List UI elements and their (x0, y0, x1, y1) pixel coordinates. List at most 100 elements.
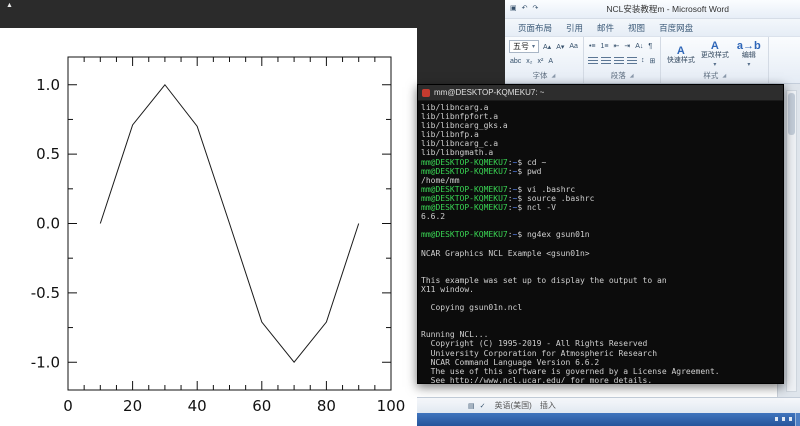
editing-button[interactable]: a→b编辑▾ (733, 40, 764, 69)
terminal-line (421, 321, 783, 330)
quick-access-toolbar: ▣↶↷ (505, 0, 543, 19)
system-tray[interactable] (775, 417, 792, 421)
ncar-x11-window: 020406080100-1.0-0.50.00.51.0 (0, 28, 417, 426)
terminal-line: lib/libnfp.a (421, 130, 783, 139)
line-spacing-icon[interactable]: ↕ (640, 56, 646, 65)
terminal-line: lib/libngmath.a (421, 148, 783, 157)
change-styles-button[interactable]: A更改样式▾ (699, 40, 730, 69)
document-scrollbar[interactable] (786, 90, 797, 392)
page-status-icon[interactable]: ▤ (467, 401, 476, 411)
strikethrough-icon[interactable]: abc (509, 57, 522, 66)
word-title: NCL安装教程m - Microsoft Word (543, 0, 800, 18)
terminal-line: lib/libnfpfort.a (421, 112, 783, 121)
tab-视图[interactable]: 视图 (621, 20, 652, 36)
desktop-marker-icon: ▲ (6, 2, 13, 9)
tab-邮件[interactable]: 邮件 (590, 20, 621, 36)
scrollbar-thumb[interactable] (788, 93, 795, 135)
terminal-line (421, 294, 783, 303)
subscript-icon[interactable]: x₂ (525, 57, 533, 66)
svg-text:40: 40 (188, 397, 207, 415)
decrease-indent-icon[interactable]: ⇤ (612, 41, 620, 51)
svg-text:-1.0: -1.0 (31, 353, 60, 371)
terminal-line: Copyright (C) 1995-2019 - All Rights Res… (421, 339, 783, 348)
ribbon-group-styles: A快速样式A更改样式▾a→b编辑▾ 样式 ◢ (661, 37, 769, 83)
terminal-title: mm@DESKTOP-KQMEKU7: ~ (434, 88, 544, 97)
grow-font-icon[interactable]: A▴ (542, 42, 552, 52)
show-desktop-button[interactable] (795, 413, 800, 426)
group-label-paragraph: 段落 (611, 70, 626, 81)
borders-icon[interactable]: ⊞ (648, 56, 656, 66)
chevron-down-icon: ▾ (532, 43, 535, 50)
redo-icon[interactable]: ↷ (532, 0, 540, 19)
word-window-top: ▣↶↷ NCL安装教程m - Microsoft Word 页面布局引用邮件视图… (505, 0, 800, 84)
svg-text:0.0: 0.0 (36, 215, 60, 233)
tab-页面布局[interactable]: 页面布局 (511, 20, 559, 36)
tab-百度网盘[interactable]: 百度网盘 (652, 20, 700, 36)
terminal-line: NCAR Graphics NCL Example <gsun01n> (421, 249, 783, 258)
status-insert-mode[interactable]: 插入 (540, 400, 556, 411)
status-language[interactable]: 英语(美国) (495, 400, 532, 411)
terminal-line: University Corporation for Atmospheric R… (421, 349, 783, 358)
terminal-title-bar[interactable]: mm@DESKTOP-KQMEKU7: ~ (418, 85, 783, 101)
terminal-line: mm@DESKTOP-KQMEKU7:~$ ng4ex gsun01n (421, 230, 783, 239)
dialog-launcher-icon[interactable]: ◢ (552, 73, 556, 79)
font-size-value: 五号 (513, 41, 529, 52)
terminal-window: mm@DESKTOP-KQMEKU7: ~ lib/libncarg.alib/… (417, 84, 784, 384)
increase-indent-icon[interactable]: ⇥ (623, 41, 631, 51)
save-icon[interactable]: ▣ (509, 0, 518, 19)
font-size-combo[interactable]: 五号 ▾ (509, 40, 539, 53)
font-color-icon[interactable]: A (547, 57, 554, 66)
group-label-font: 字体 (533, 70, 548, 81)
chevron-down-icon: ▾ (747, 61, 750, 69)
terminal-line: /home/mm (421, 176, 783, 185)
chevron-down-icon: ▾ (713, 61, 716, 69)
terminal-line: Copying gsun01n.ncl (421, 303, 783, 312)
quick-styles-button[interactable]: A快速样式 (665, 45, 696, 65)
terminal-line (421, 239, 783, 248)
svg-text:1.0: 1.0 (36, 76, 60, 94)
svg-text:0.5: 0.5 (36, 145, 60, 163)
terminal-line: The use of this software is governed by … (421, 367, 783, 376)
svg-text:-0.5: -0.5 (31, 284, 60, 302)
numbering-icon[interactable]: 1≡ (600, 42, 610, 51)
align-center-icon[interactable] (601, 57, 611, 65)
terminal-line: mm@DESKTOP-KQMEKU7:~$ pwd (421, 167, 783, 176)
svg-text:60: 60 (252, 397, 271, 415)
tab-引用[interactable]: 引用 (559, 20, 590, 36)
editing-button-label: 编辑 (742, 52, 756, 60)
ribbon-group-font: 五号 ▾ A▴A▾Aa abcx₂ x²A 字体 ◢ (505, 37, 584, 83)
bullets-icon[interactable]: •≡ (588, 42, 597, 51)
terminal-line: lib/libncarg_gks.a (421, 121, 783, 130)
spellcheck-status-icon[interactable]: ✓ (479, 401, 487, 411)
dialog-launcher-icon[interactable]: ◢ (630, 73, 634, 79)
word-ribbon-tabs: 页面布局引用邮件视图百度网盘 (505, 19, 800, 37)
terminal-line: 6.6.2 (421, 212, 783, 221)
terminal-body[interactable]: lib/libncarg.alib/libnfpfort.alib/libnca… (418, 101, 783, 384)
superscript-icon[interactable]: x² (537, 57, 545, 66)
windows-taskbar[interactable] (417, 413, 800, 426)
terminal-line: mm@DESKTOP-KQMEKU7:~$ vi .bashrc (421, 185, 783, 194)
align-left-icon[interactable] (588, 57, 598, 65)
sort-icon[interactable]: A↓ (634, 42, 644, 51)
quick-styles-button-icon: A (677, 46, 685, 57)
svg-text:20: 20 (123, 397, 142, 415)
screen: ▲ ▣↶↷ NCL安装教程m - Microsoft Word 页面布局引用邮件… (0, 0, 800, 426)
svg-text:80: 80 (317, 397, 336, 415)
terminal-line: mm@DESKTOP-KQMEKU7:~$ cd ~ (421, 158, 783, 167)
word-title-bar[interactable]: ▣↶↷ NCL安装教程m - Microsoft Word (505, 0, 800, 19)
word-ribbon: 五号 ▾ A▴A▾Aa abcx₂x²A 字体 ◢ •≡1≡⇤⇥A↓¶ ↕⊞ (505, 37, 800, 84)
align-right-icon[interactable] (614, 57, 624, 65)
quick-styles-button-label: 快速样式 (667, 57, 695, 65)
editing-button-icon: a→b (737, 41, 761, 52)
terminal-line: mm@DESKTOP-KQMEKU7:~$ ncl -V (421, 203, 783, 212)
justify-icon[interactable] (627, 57, 637, 65)
svg-text:100: 100 (377, 397, 406, 415)
terminal-app-icon (422, 89, 430, 97)
change-case-icon[interactable]: Aa (568, 42, 579, 51)
shrink-font-icon[interactable]: A▾ (555, 42, 565, 52)
undo-icon[interactable]: ↶ (521, 0, 529, 19)
terminal-line (421, 312, 783, 321)
terminal-line: mm@DESKTOP-KQMEKU7:~$ source .bashrc (421, 194, 783, 203)
dialog-launcher-icon[interactable]: ◢ (722, 73, 726, 79)
pilcrow-icon[interactable]: ¶ (647, 42, 653, 51)
